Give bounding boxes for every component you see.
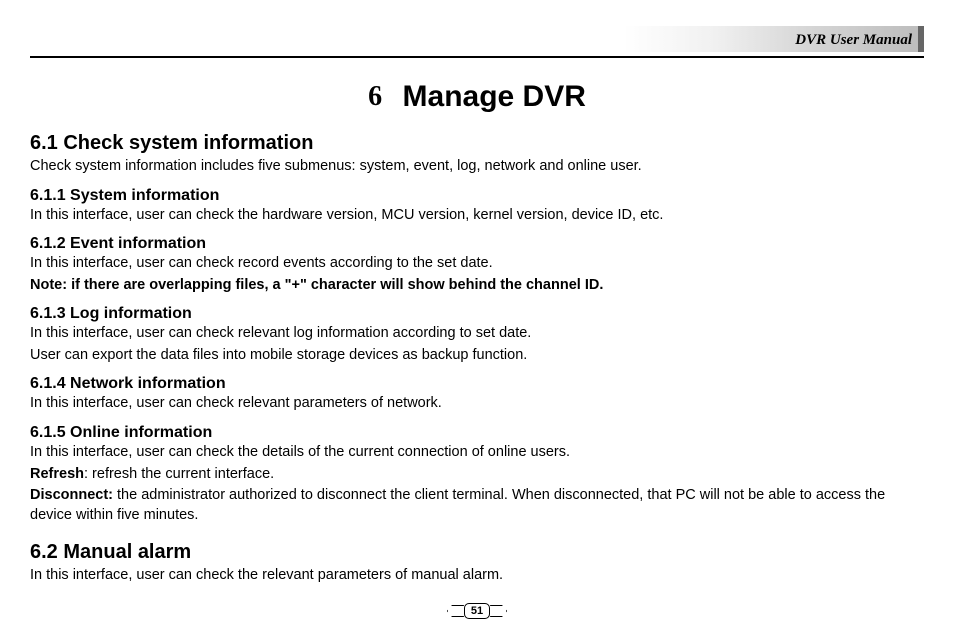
chapter-title: Manage DVR — [403, 80, 586, 113]
section-6-1-1-body: In this interface, user can check the ha… — [30, 206, 924, 226]
section-6-1-body: Check system information includes five s… — [30, 157, 924, 177]
section-6-1-3-body-1: In this interface, user can check releva… — [30, 324, 924, 344]
header-rule — [30, 56, 924, 58]
refresh-text: : refresh the current interface. — [84, 466, 274, 482]
refresh-label: Refresh — [30, 466, 84, 482]
page-header: DVR User Manual — [30, 26, 924, 64]
chapter-number: 6 — [368, 81, 382, 112]
page-content: 6 Manage DVR 6.1 Check system informatio… — [30, 64, 924, 586]
section-6-1-5-refresh: Refresh: refresh the current interface. — [30, 465, 924, 485]
section-6-2-heading: 6.2 Manual alarm — [30, 541, 924, 564]
section-6-1-2-body: In this interface, user can check record… — [30, 254, 924, 274]
section-6-1-1-heading: 6.1.1 System information — [30, 187, 924, 205]
section-6-1-3-body-2: User can export the data files into mobi… — [30, 346, 924, 366]
page-number-wrap: 51 — [0, 601, 954, 619]
section-6-1-heading: 6.1 Check system information — [30, 132, 924, 155]
section-6-1-3-heading: 6.1.3 Log information — [30, 305, 924, 323]
manual-title: DVR User Manual — [795, 32, 912, 49]
disconnect-label: Disconnect: — [30, 487, 113, 503]
section-6-1-4-heading: 6.1.4 Network information — [30, 375, 924, 393]
section-6-1-5-disconnect: Disconnect: the administrator authorized… — [30, 486, 924, 525]
section-6-1-2-note: Note: if there are overlapping files, a … — [30, 276, 924, 296]
page-number: 51 — [464, 603, 490, 619]
section-6-1-5-body: In this interface, user can check the de… — [30, 443, 924, 463]
section-6-2-body: In this interface, user can check the re… — [30, 566, 924, 586]
chapter-heading: 6 Manage DVR — [30, 80, 924, 114]
section-6-1-2-heading: 6.1.2 Event information — [30, 235, 924, 253]
document-page: DVR User Manual 6 Manage DVR 6.1 Check s… — [0, 0, 954, 637]
disconnect-text: the administrator authorized to disconne… — [30, 487, 885, 523]
section-6-1-4-body: In this interface, user can check releva… — [30, 394, 924, 414]
section-6-1-5-heading: 6.1.5 Online information — [30, 424, 924, 442]
